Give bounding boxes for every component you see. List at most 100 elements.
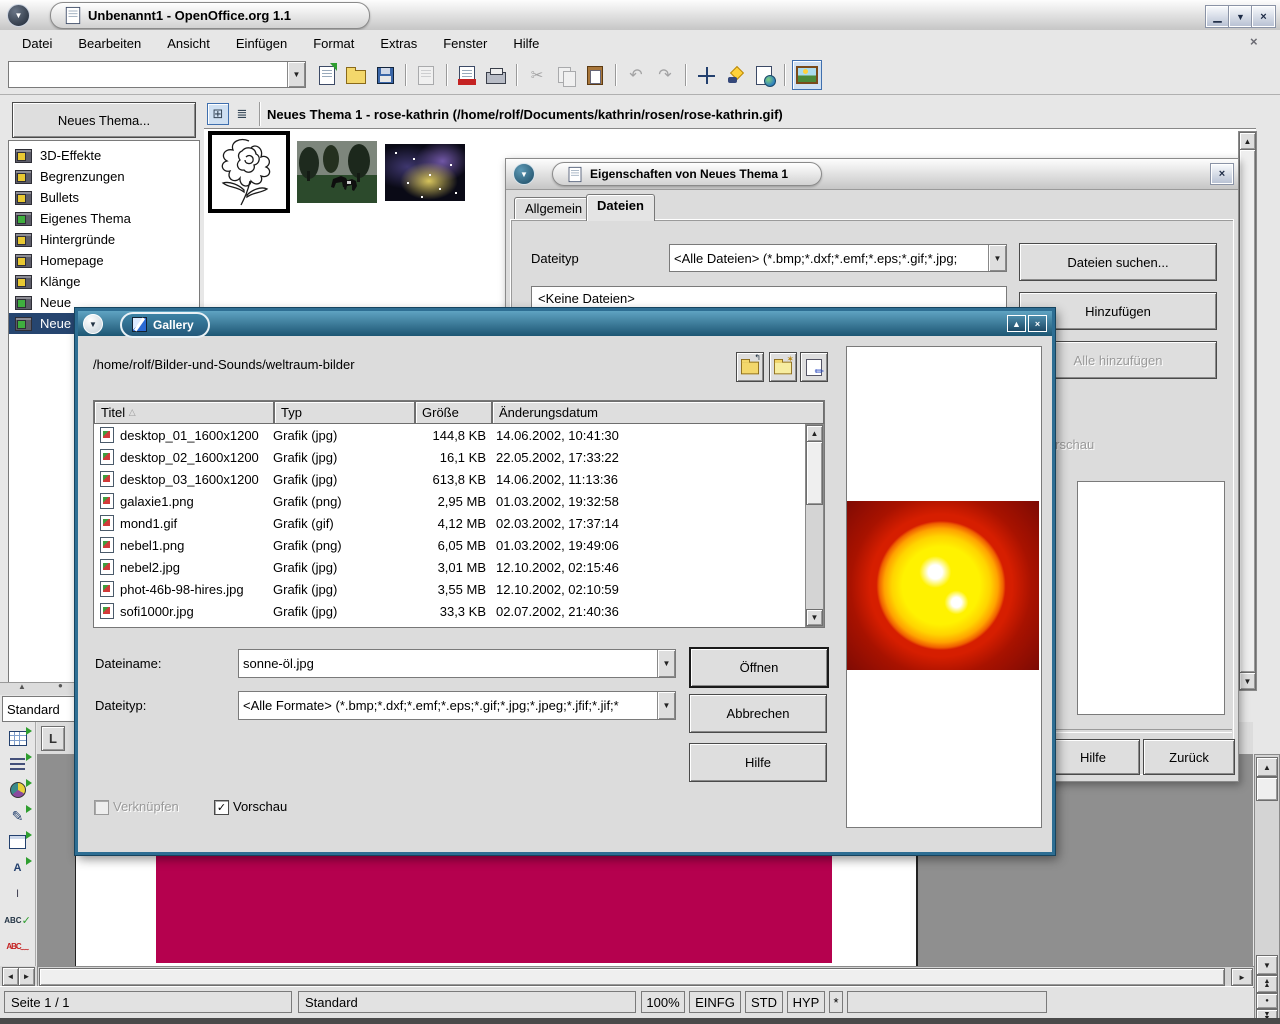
previous-page-button[interactable]: ▲▲ <box>1256 975 1278 993</box>
file-row[interactable]: desktop_02_1600x1200 Grafik (jpg) 16,1 K… <box>94 446 807 468</box>
print-button[interactable] <box>483 62 509 88</box>
datasources-button[interactable] <box>751 62 777 88</box>
theme-item-hintergruende[interactable]: Hintergründe <box>9 229 199 250</box>
scroll-right-button[interactable]: ► <box>1231 968 1253 986</box>
insert-section-button[interactable] <box>3 752 33 776</box>
minimize-button[interactable]: ▁ <box>1206 6 1229 27</box>
save-button[interactable] <box>372 62 398 88</box>
filetype-input[interactable] <box>670 245 988 271</box>
icon-view-button[interactable]: ⊞ <box>207 103 229 125</box>
list-view-button[interactable]: ≣ <box>232 104 252 124</box>
open-button[interactable]: Öffnen <box>689 647 829 688</box>
close-document-button[interactable]: × <box>1250 34 1258 49</box>
horizontal-scrollbar[interactable]: ► <box>37 966 1255 988</box>
menu-ansicht[interactable]: Ansicht <box>155 33 222 54</box>
menu-fenster[interactable]: Fenster <box>431 33 499 54</box>
default-directory-button[interactable]: ✎ <box>800 352 828 382</box>
scroll-up-button[interactable]: ▲ <box>1239 132 1256 150</box>
column-header-aenderungsdatum[interactable]: Änderungsdatum <box>492 401 824 424</box>
export-pdf-button[interactable] <box>454 62 480 88</box>
url-dropdown-button[interactable]: ▼ <box>287 62 305 87</box>
filetype-input[interactable] <box>239 692 657 719</box>
find-files-button[interactable]: Dateien suchen... <box>1019 243 1217 281</box>
vertical-scrollbar[interactable]: ▲ ▼ ▲▲ ● ▼▼ <box>1254 754 1280 1024</box>
file-row[interactable]: phot-46b-98-hires.jpg Grafik (jpg) 3,55 … <box>94 578 807 600</box>
toolbar-scroll-right-button[interactable]: ► <box>18 967 35 986</box>
thumbnail-horses[interactable] <box>297 141 377 203</box>
draw-functions-button[interactable]: ✎ <box>3 804 33 828</box>
up-one-level-button[interactable]: ↰ <box>736 352 764 382</box>
theme-item-homepage[interactable]: Homepage <box>9 250 199 271</box>
status-pagestyle[interactable]: Standard <box>298 991 636 1013</box>
file-row[interactable]: desktop_03_1600x1200 Grafik (jpg) 613,8 … <box>94 468 807 490</box>
dialog-menu-button[interactable]: ▼ <box>513 163 535 185</box>
tab-type-button[interactable]: L <box>41 726 65 751</box>
maximize-button[interactable]: ▼ <box>1229 6 1252 27</box>
window-menu-button[interactable]: ▼ <box>7 4 30 27</box>
direct-cursor-button[interactable]: I <box>3 882 33 906</box>
copy-button[interactable] <box>553 62 579 88</box>
insert-frame-button[interactable] <box>3 830 33 854</box>
column-header-typ[interactable]: Typ <box>274 401 415 424</box>
navigator-button[interactable] <box>693 62 719 88</box>
vscrollbar-thumb[interactable] <box>1256 777 1278 801</box>
menu-einfuegen[interactable]: Einfügen <box>224 33 299 54</box>
thumbnail-rose-selected[interactable] <box>208 131 290 213</box>
close-window-button[interactable]: × <box>1252 6 1275 27</box>
theme-item-begrenzungen[interactable]: Begrenzungen <box>9 166 199 187</box>
filetype-dropdown-button[interactable]: ▼ <box>988 245 1006 271</box>
properties-help-button[interactable]: Hilfe <box>1046 739 1140 775</box>
tab-allgemein[interactable]: Allgemein <box>514 197 593 221</box>
insert-table-button[interactable] <box>3 726 33 750</box>
redo-button[interactable]: ↷ <box>652 62 678 88</box>
scroll-down-button[interactable]: ▼ <box>1239 672 1256 690</box>
new-folder-button[interactable]: ✶ <box>769 352 797 382</box>
thumbnail-nebula[interactable] <box>385 144 465 201</box>
scrollbar-thumb[interactable] <box>806 441 823 505</box>
paste-button[interactable] <box>582 62 608 88</box>
cut-button[interactable]: ✂ <box>524 62 550 88</box>
menu-hilfe[interactable]: Hilfe <box>501 33 551 54</box>
column-header-groesse[interactable]: Größe <box>415 401 492 424</box>
close-dialog-button[interactable]: × <box>1211 164 1233 184</box>
splitter-collapse-icon[interactable]: ▲ <box>18 682 26 691</box>
undo-button[interactable]: ↶ <box>623 62 649 88</box>
file-row[interactable]: nebel2.jpg Grafik (jpg) 3,01 MB 12.10.20… <box>94 556 807 578</box>
gallery-view-scrollbar[interactable]: ▲ ▼ <box>1238 131 1257 691</box>
file-list-scrollbar[interactable]: ▲ ▼ <box>805 424 824 627</box>
hscrollbar-thumb[interactable] <box>39 968 1225 986</box>
preview-checkbox[interactable]: ✓ <box>214 800 229 815</box>
scroll-down-button[interactable]: ▼ <box>806 609 823 626</box>
new-theme-button[interactable]: Neues Thema... <box>12 102 196 138</box>
file-row[interactable]: sofi1000r.jpg Grafik (jpg) 33,3 KB 02.07… <box>94 600 807 622</box>
theme-item-klaenge[interactable]: Klänge <box>9 271 199 292</box>
open-button[interactable] <box>343 62 369 88</box>
insert-object-button[interactable] <box>3 778 33 802</box>
filename-input[interactable] <box>239 650 657 677</box>
toolbar-scroll-left-button[interactable]: ◄ <box>2 967 19 986</box>
filename-dropdown-button[interactable]: ▼ <box>657 650 675 677</box>
filetype-dropdown-button[interactable]: ▼ <box>657 692 675 719</box>
close-dialog-button[interactable]: × <box>1028 315 1047 332</box>
navigation-button[interactable]: ● <box>1256 993 1278 1009</box>
gallery-button[interactable] <box>792 60 822 90</box>
tab-dateien[interactable]: Dateien <box>586 194 655 221</box>
hyperlink-button[interactable] <box>722 62 748 88</box>
fontwork-button[interactable]: A <box>3 856 33 880</box>
filename-combobox[interactable]: ▼ <box>238 649 676 678</box>
file-row[interactable]: mond1.gif Grafik (gif) 4,12 MB 02.03.200… <box>94 512 807 534</box>
scroll-up-button[interactable]: ▲ <box>806 425 823 442</box>
column-header-titel[interactable]: Titel △ <box>94 401 274 424</box>
shade-button[interactable]: ▲ <box>1007 315 1026 332</box>
menu-extras[interactable]: Extras <box>368 33 429 54</box>
menu-datei[interactable]: Datei <box>10 33 64 54</box>
dialog-menu-button[interactable]: ▼ <box>83 314 103 334</box>
new-document-button[interactable] <box>314 62 340 88</box>
filetype-combobox[interactable]: ▼ <box>238 691 676 720</box>
spellcheck-button[interactable]: ABC✓ <box>3 908 33 932</box>
status-insert-mode[interactable]: EINFG <box>689 991 741 1013</box>
theme-item-eigenes-thema[interactable]: Eigenes Thema <box>9 208 199 229</box>
scrollbar-thumb[interactable] <box>1239 149 1256 673</box>
url-combobox[interactable]: ▼ <box>8 61 306 88</box>
file-row[interactable]: galaxie1.png Grafik (png) 2,95 MB 01.03.… <box>94 490 807 512</box>
